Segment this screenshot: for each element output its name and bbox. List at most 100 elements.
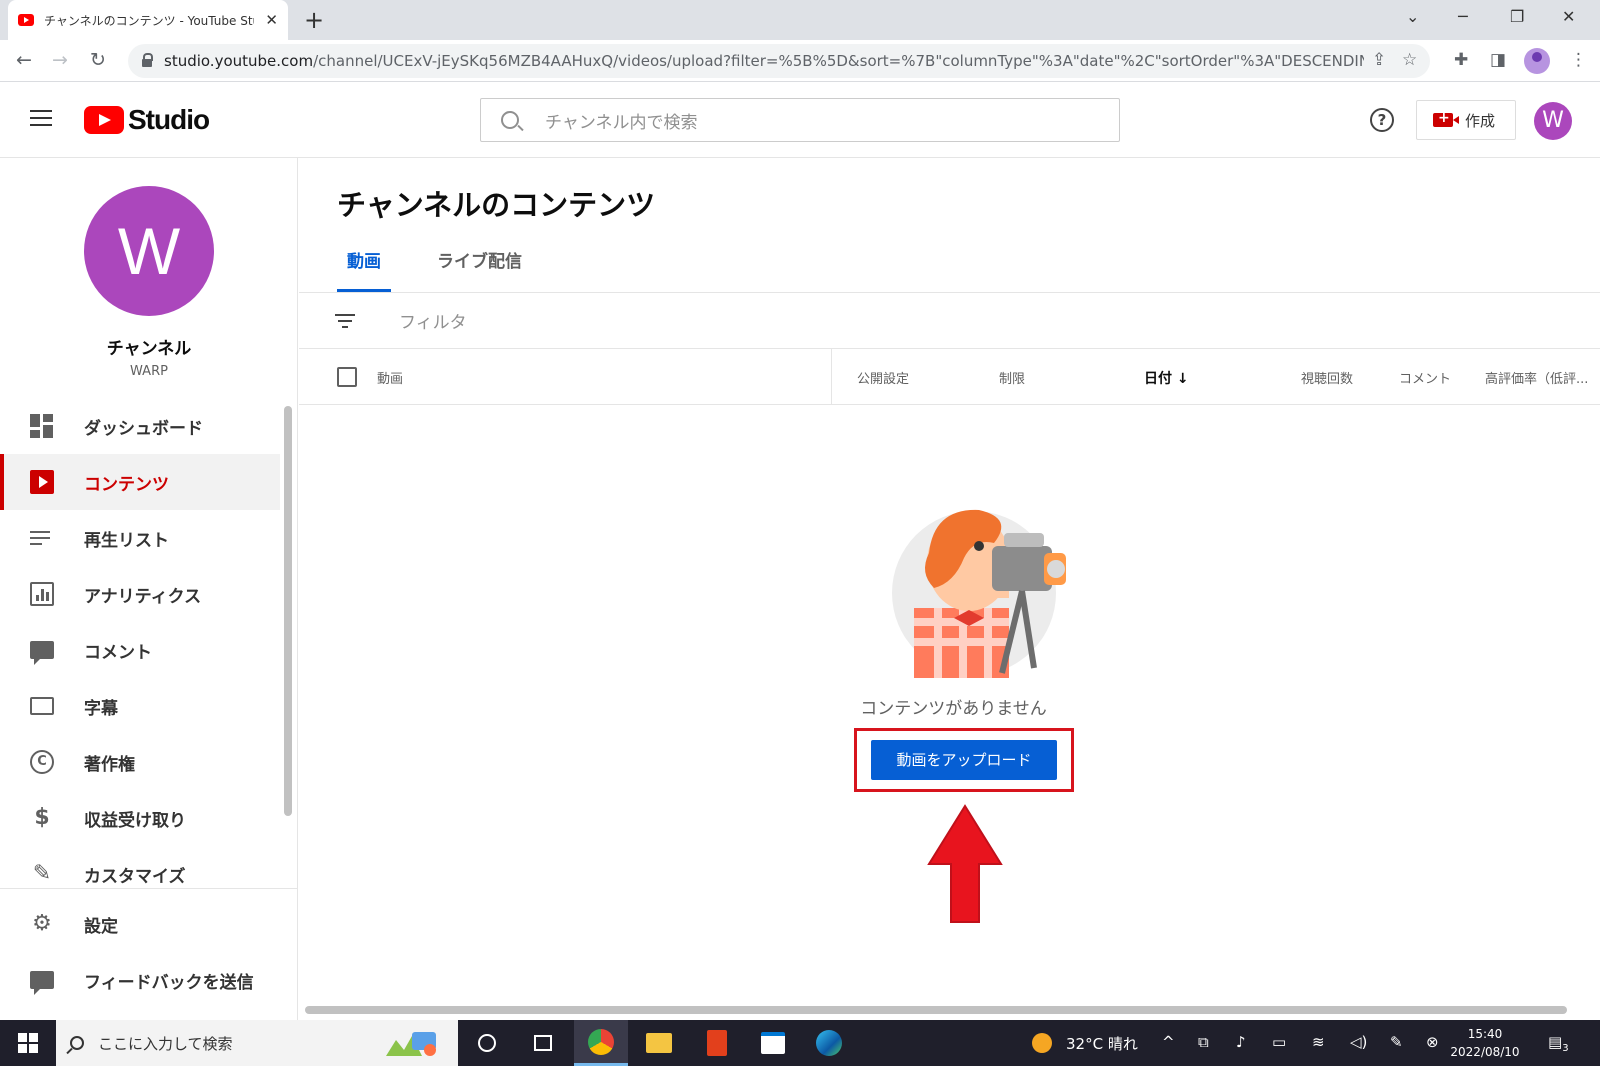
sidebar-item-content[interactable]: コンテンツ [0,454,280,510]
close-circle-icon[interactable]: ⊗ [1426,1033,1439,1051]
copyright-icon: C [30,750,54,774]
search-highlight-icon [386,1032,436,1056]
taskbar-clock[interactable]: 15:40 2022/08/10 [1440,1025,1530,1061]
filter-bar[interactable]: フィルタ [299,293,1600,349]
filter-input[interactable]: フィルタ [399,308,467,333]
battery-icon[interactable]: ▭ [1272,1033,1286,1051]
search-placeholder: チャンネル内で検索 [545,112,698,133]
url-path: /channel/UCExV-jEySKq56MZB4AAHuxQ/videos… [313,52,1364,70]
dollar-icon: $ [34,805,50,830]
channel-handle: WARP [130,364,168,379]
menu-icon[interactable]: ⋮ [1570,50,1587,70]
browser-tab-title: チャンネルのコンテンツ - YouTube Studio [44,13,254,28]
analytics-icon [30,582,54,606]
tab-search-icon[interactable]: ⌄ [1406,6,1419,28]
sidebar-item-monetization[interactable]: $ 収益受け取り [0,790,280,846]
taskbar-search-placeholder: ここに入力して検索 [98,1034,233,1053]
wifi-icon[interactable]: ≋ [1312,1033,1325,1051]
meet-icon[interactable]: ⧉ [1198,1033,1209,1051]
profile-icon[interactable] [1524,48,1550,74]
minimize-icon[interactable]: ─ [1458,6,1468,28]
filter-icon[interactable] [335,313,355,329]
camera-operator-illustration [892,509,1066,678]
column-likes: 高評価率（低評... [1485,372,1589,387]
file-explorer-icon[interactable] [632,1020,686,1066]
forward-icon[interactable]: → [52,49,68,71]
sidebar-item-label: 設定 [84,916,118,937]
gear-icon: ⚙ [32,911,52,936]
weather-text[interactable]: 32°C 晴れ [1066,1033,1138,1054]
create-label: 作成 [1465,111,1496,130]
sidebar-item-settings[interactable]: ⚙ 設定 [0,896,298,952]
column-comments: コメント [1399,372,1452,387]
help-icon[interactable]: ? [1370,108,1394,132]
upload-video-button[interactable]: 動画をアップロード [871,740,1057,780]
weather-sun-icon[interactable] [1032,1033,1052,1053]
edge-icon[interactable] [802,1020,856,1066]
window-close-icon[interactable]: ✕ [1562,6,1575,28]
office-icon[interactable] [690,1020,744,1066]
clock-time: 15:40 [1467,1027,1503,1041]
star-icon[interactable]: ☆ [1402,50,1417,70]
share-icon[interactable]: ⇪ [1372,50,1386,70]
tab-live[interactable]: ライブ配信 [427,244,532,292]
sidebar-item-customize[interactable]: ✎ カスタマイズ [0,846,280,902]
sidebar-item-playlists[interactable]: 再生リスト [0,510,280,566]
windows-start-icon[interactable] [18,1033,38,1053]
empty-state: コンテンツがありません 動画をアップロード [299,488,1600,798]
select-all-checkbox[interactable] [337,367,357,387]
sidebar-item-analytics[interactable]: アナリティクス [0,566,280,622]
main-content: チャンネルのコンテンツ 動画 ライブ配信 フィルタ 動画 公開設定 制限 日付 … [299,158,1600,1020]
column-views: 視聴回数 [1301,372,1354,387]
red-arrow-annotation-icon [927,804,1003,923]
microphone-icon[interactable]: ♪ [1236,1033,1246,1051]
account-avatar[interactable]: W [1534,102,1572,140]
create-button[interactable]: 作成 [1416,100,1516,140]
address-bar[interactable]: studio.youtube.com/channel/UCExV-jEySKq5… [128,44,1430,78]
search-icon [501,111,519,129]
column-restrictions: 制限 [999,372,1026,387]
sidepanel-icon[interactable]: ◨ [1490,50,1506,70]
column-divider [831,349,832,405]
restore-icon[interactable]: ❐ [1510,6,1524,28]
sidebar-item-feedback[interactable]: フィードバックを送信 [0,952,298,1008]
channel-search-input[interactable]: チャンネル内で検索 [480,98,1120,142]
sidebar-item-label: ダッシュボード [84,418,203,439]
upload-highlight-frame: 動画をアップロード [854,728,1074,792]
chrome-taskbar-icon[interactable] [574,1020,628,1066]
hamburger-menu-icon[interactable] [30,110,52,126]
tab-close-icon[interactable]: ✕ [265,11,278,29]
cortana-icon[interactable] [460,1020,514,1066]
browser-tab-bar: チャンネルのコンテンツ - YouTube Studio ✕ + ⌄ ─ ❐ ✕ [0,0,1600,40]
content-icon [30,470,54,494]
sidebar-scrollbar[interactable] [284,406,292,816]
reload-icon[interactable]: ↻ [90,49,106,71]
pen-icon[interactable]: ✎ [1390,1033,1403,1051]
magic-wand-icon: ✎ [32,861,52,886]
sidebar-item-label: 収益受け取り [84,810,186,831]
sidebar-item-label: アナリティクス [84,586,202,607]
page-title: チャンネルのコンテンツ [337,188,656,222]
sidebar-item-subtitles[interactable]: 字幕 [0,678,280,734]
back-icon[interactable]: ← [16,49,32,71]
chevron-up-icon[interactable]: ^ [1162,1033,1175,1051]
taskbar-search-input[interactable]: ここに入力して検索 [56,1020,458,1066]
task-view-icon[interactable] [516,1020,570,1066]
lock-icon[interactable] [142,53,153,67]
browser-tab[interactable]: チャンネルのコンテンツ - YouTube Studio ✕ [8,0,288,40]
sidebar-item-label: 再生リスト [84,530,169,551]
volume-icon[interactable]: ◁) [1350,1033,1367,1051]
new-tab-button[interactable]: + [304,6,324,34]
extensions-icon[interactable]: ✚ [1454,50,1468,70]
sidebar-item-comments[interactable]: コメント [0,622,280,678]
notification-icon[interactable]: ▤3 [1548,1033,1569,1054]
sidebar-item-label: 字幕 [84,698,118,719]
channel-avatar[interactable]: W [84,186,214,316]
sidebar-item-dashboard[interactable]: ダッシュボード [0,398,280,454]
sidebar-item-copyright[interactable]: C 著作権 [0,734,280,790]
store-icon[interactable] [746,1020,800,1066]
column-date[interactable]: 日付 ↓ [1144,368,1189,388]
horizontal-scrollbar[interactable] [305,1006,1567,1014]
tab-videos[interactable]: 動画 [337,244,391,292]
studio-logo[interactable]: Studio [84,104,210,136]
